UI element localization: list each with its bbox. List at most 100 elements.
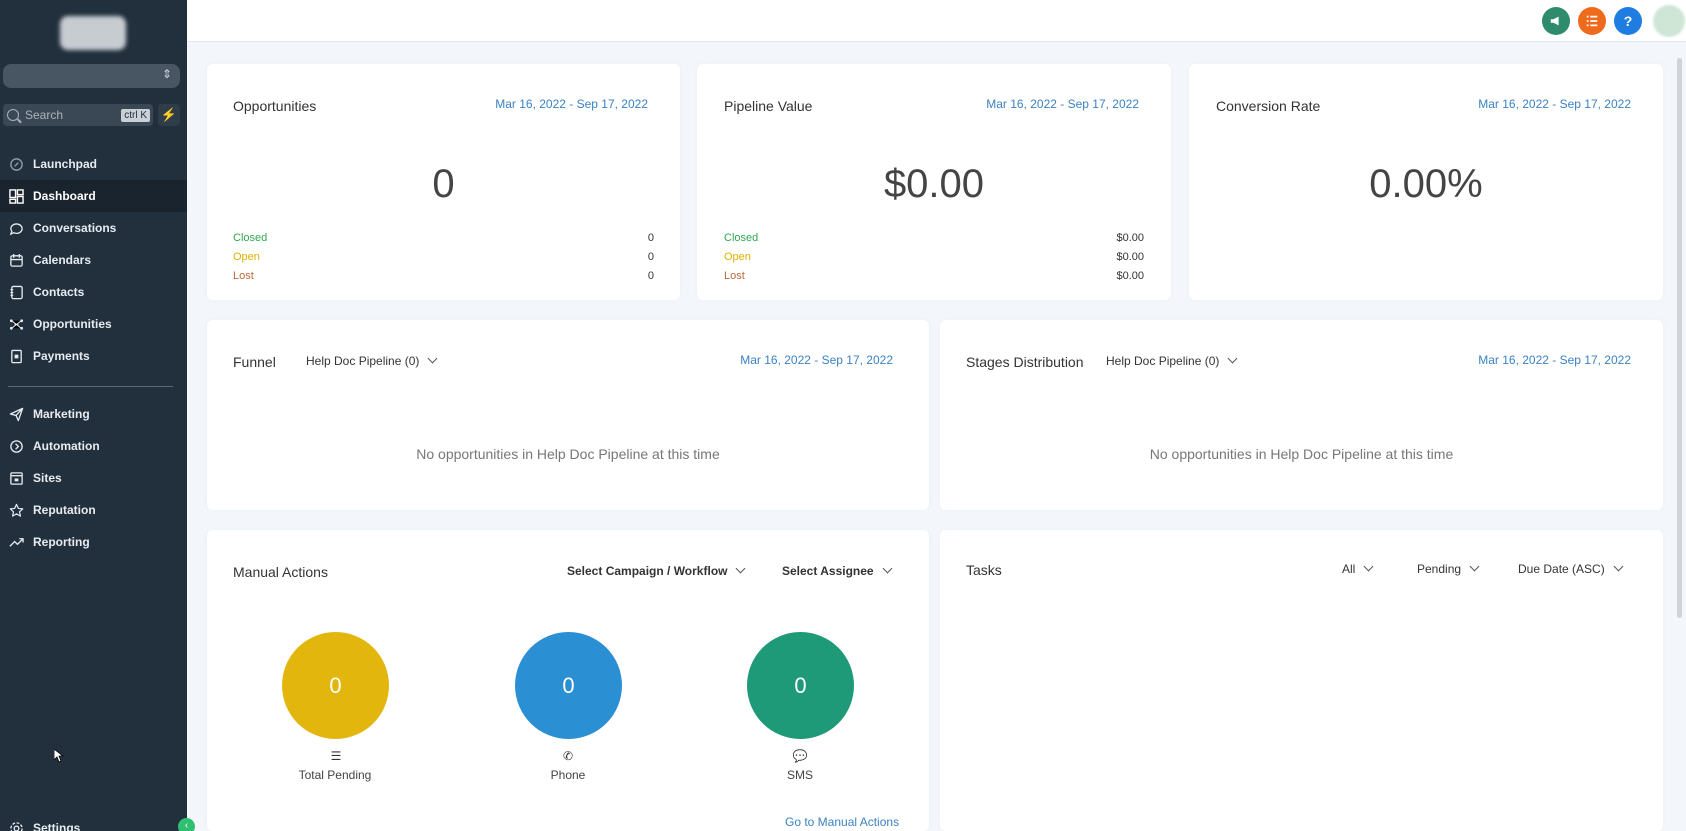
trend-icon [8, 534, 24, 550]
sidebar-item-reputation[interactable]: Reputation [0, 494, 187, 526]
open-label: Open [233, 251, 260, 263]
sidebar-item-dashboard[interactable]: Dashboard [0, 180, 187, 212]
star-icon [8, 502, 24, 518]
date-range-link[interactable]: Mar 16, 2022 - Sep 17, 2022 [740, 353, 893, 367]
card-title: Funnel [233, 354, 276, 370]
phone-label: Phone [550, 768, 586, 782]
stages-empty-message: No opportunities in Help Doc Pipeline at… [1149, 446, 1454, 462]
open-value: $0.00 [1116, 251, 1144, 263]
contacts-icon [8, 284, 24, 300]
go-to-manual-actions-link[interactable]: Go to Manual Actions [785, 815, 899, 829]
list-icon: ☰ [330, 749, 342, 763]
avatar[interactable] [1653, 5, 1685, 37]
manual-actions-card: Manual Actions Select Campaign / Workflo… [207, 530, 929, 831]
calendar-icon [8, 252, 24, 268]
sidebar-item-automation[interactable]: Automation [0, 430, 187, 462]
sidebar: ⇕ Search ctrl K ⚡ Launchpad Dashboard Co… [0, 0, 195, 831]
nav-secondary: Marketing Automation Sites Reputation Re… [0, 398, 187, 558]
card-title: Opportunities [233, 98, 317, 114]
campaign-workflow-dropdown[interactable]: Select Campaign / Workflow [567, 563, 746, 578]
network-icon [8, 316, 24, 332]
date-range-link[interactable]: Mar 16, 2022 - Sep 17, 2022 [1478, 97, 1631, 111]
automation-icon [8, 438, 24, 454]
card-title: Stages Distribution [966, 354, 1084, 370]
pipeline-dropdown[interactable]: Help Doc Pipeline (0) [306, 353, 438, 368]
sidebar-item-label: Settings [33, 821, 81, 831]
conversion-rate-value: 0.00% [1369, 162, 1483, 206]
sidebar-item-label: Reputation [33, 503, 96, 517]
tasks-sort-dropdown[interactable]: Due Date (ASC) [1518, 561, 1624, 576]
nav-settings: Settings [0, 812, 187, 831]
date-range-link[interactable]: Mar 16, 2022 - Sep 17, 2022 [986, 97, 1139, 111]
sidebar-item-opportunities[interactable]: Opportunities [0, 308, 187, 340]
send-icon [8, 406, 24, 422]
stages-distribution-card: Stages Distribution Help Doc Pipeline (0… [940, 320, 1663, 510]
total-pending-circle[interactable]: 0 [282, 632, 389, 739]
date-range-link[interactable]: Mar 16, 2022 - Sep 17, 2022 [1478, 353, 1631, 367]
pipeline-value-card: Pipeline Value Mar 16, 2022 - Sep 17, 20… [697, 64, 1171, 300]
assignee-dropdown[interactable]: Select Assignee [782, 563, 893, 578]
lost-value: 0 [647, 270, 654, 282]
announcement-icon[interactable] [1542, 7, 1570, 35]
phone-circle[interactable]: 0 [515, 632, 622, 739]
account-switcher[interactable]: ⇕ [3, 64, 180, 88]
closed-label: Closed [724, 232, 759, 244]
rocket-icon [8, 156, 24, 172]
opportunities-value: 0 [432, 162, 455, 206]
opportunities-card: Opportunities Mar 16, 2022 - Sep 17, 202… [207, 64, 680, 300]
page-scrollbar[interactable] [1677, 58, 1682, 618]
campaign-dropdown-label: Select Campaign / Workflow [567, 564, 728, 578]
sidebar-item-label: Payments [33, 349, 90, 363]
lost-label: Lost [724, 270, 745, 282]
open-label: Open [724, 251, 751, 263]
sidebar-item-label: Conversations [33, 221, 117, 235]
funnel-empty-message: No opportunities in Help Doc Pipeline at… [416, 446, 720, 462]
sms-label: SMS [786, 768, 813, 782]
sms-icon: 💬 [792, 749, 808, 763]
closed-label: Closed [233, 232, 268, 244]
help-icon[interactable]: ? [1614, 7, 1642, 35]
lost-value: $0.00 [1116, 270, 1144, 282]
sidebar-item-marketing[interactable]: Marketing [0, 398, 187, 430]
sidebar-item-payments[interactable]: Payments [0, 340, 187, 372]
sidebar-item-label: Marketing [33, 407, 90, 421]
search-box[interactable]: Search ctrl K [3, 104, 153, 126]
sidebar-item-launchpad[interactable]: Launchpad [0, 148, 187, 180]
sidebar-item-settings[interactable]: Settings [0, 812, 187, 831]
sidebar-item-sites[interactable]: Sites [0, 462, 187, 494]
search-shortcut: ctrl K [121, 108, 150, 122]
card-title: Pipeline Value [724, 98, 813, 114]
closed-value: 0 [647, 232, 654, 244]
task-list-icon[interactable] [1578, 7, 1606, 35]
sidebar-item-label: Calendars [33, 253, 92, 267]
top-bar: ? [187, 0, 1686, 42]
date-range-link[interactable]: Mar 16, 2022 - Sep 17, 2022 [495, 97, 648, 111]
chevron-down-icon [427, 353, 438, 364]
assignee-dropdown-label: Select Assignee [782, 564, 874, 578]
search-placeholder: Search [25, 108, 64, 122]
sidebar-item-contacts[interactable]: Contacts [0, 276, 187, 308]
card-title: Tasks [966, 562, 1002, 578]
sms-circle[interactable]: 0 [747, 632, 854, 739]
tasks-status-dropdown[interactable]: Pending [1417, 561, 1480, 576]
nav-divider [8, 386, 173, 387]
sidebar-item-label: Contacts [33, 285, 85, 299]
tasks-filter-all-dropdown[interactable]: All [1342, 561, 1374, 576]
sidebar-item-conversations[interactable]: Conversations [0, 212, 187, 244]
nav-main: Launchpad Dashboard Conversations Calend… [0, 148, 187, 372]
card-title: Manual Actions [233, 564, 328, 580]
sidebar-item-reporting[interactable]: Reporting [0, 526, 187, 558]
chevron-down-icon [736, 563, 746, 574]
search-icon [7, 109, 19, 121]
filter-status-label: Pending [1417, 562, 1462, 576]
sidebar-item-calendars[interactable]: Calendars [0, 244, 187, 276]
pipeline-dropdown[interactable]: Help Doc Pipeline (0) [1106, 353, 1238, 368]
chevron-updown-icon: ⇕ [161, 67, 172, 81]
sidebar-item-label: Reporting [33, 535, 90, 549]
sidebar-item-label: Opportunities [33, 317, 112, 331]
collapse-sidebar-button[interactable]: ‹ [178, 818, 195, 831]
quick-action-button[interactable]: ⚡ [158, 104, 180, 126]
filter-all-label: All [1342, 562, 1356, 576]
chevron-down-icon [882, 563, 893, 574]
card-title: Conversion Rate [1216, 98, 1321, 114]
